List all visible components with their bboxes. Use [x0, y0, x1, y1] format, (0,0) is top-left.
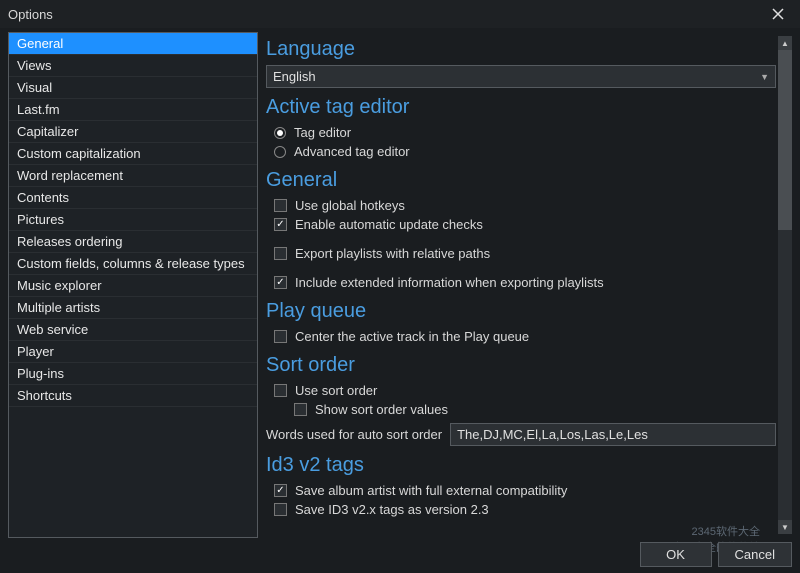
sidebar-item-general[interactable]: General: [9, 33, 257, 55]
checkbox-icon: [274, 503, 287, 516]
auto-sort-words-input[interactable]: [450, 423, 776, 446]
titlebar: Options: [0, 0, 800, 28]
check-enable-update-checks[interactable]: Enable automatic update checks: [266, 215, 776, 234]
window-title: Options: [8, 7, 53, 22]
section-sort-order-title: Sort order: [266, 354, 776, 377]
sidebar-item-releases-ordering[interactable]: Releases ordering: [9, 231, 257, 253]
section-id3v2-title: Id3 v2 tags: [266, 454, 776, 477]
sidebar-item-capitalizer[interactable]: Capitalizer: [9, 121, 257, 143]
auto-sort-words-label: Words used for auto sort order: [266, 427, 442, 442]
main-panel: Language English ▼ Active tag editor Tag…: [266, 32, 792, 538]
checkbox-icon: [274, 276, 287, 289]
check-export-relative-paths[interactable]: Export playlists with relative paths: [266, 244, 776, 263]
checkbox-icon: [294, 403, 307, 416]
sidebar-item-visual[interactable]: Visual: [9, 77, 257, 99]
sidebar-item-plugins[interactable]: Plug-ins: [9, 363, 257, 385]
cancel-button[interactable]: Cancel: [718, 542, 792, 567]
footer-buttons: OK Cancel: [640, 542, 792, 567]
sidebar-item-custom-fields[interactable]: Custom fields, columns & release types: [9, 253, 257, 275]
checkbox-icon: [274, 484, 287, 497]
check-center-active-track[interactable]: Center the active track in the Play queu…: [266, 327, 776, 346]
check-use-global-hotkeys[interactable]: Use global hotkeys: [266, 196, 776, 215]
check-use-sort-order[interactable]: Use sort order: [266, 381, 776, 400]
checkbox-icon: [274, 247, 287, 260]
scroll-up-icon[interactable]: ▲: [778, 36, 792, 50]
checkbox-icon: [274, 330, 287, 343]
sidebar-item-music-explorer[interactable]: Music explorer: [9, 275, 257, 297]
close-button[interactable]: [764, 0, 792, 28]
check-save-id3-v23[interactable]: Save ID3 v2.x tags as version 2.3: [266, 500, 776, 519]
language-select[interactable]: English ▼: [266, 65, 776, 88]
sidebar-item-shortcuts[interactable]: Shortcuts: [9, 385, 257, 407]
sidebar-item-player[interactable]: Player: [9, 341, 257, 363]
check-show-sort-values[interactable]: Show sort order values: [266, 400, 776, 419]
section-general-title: General: [266, 169, 776, 192]
close-icon: [772, 8, 784, 20]
radio-icon: [274, 146, 286, 158]
sidebar-item-custom-capitalization[interactable]: Custom capitalization: [9, 143, 257, 165]
sidebar-item-pictures[interactable]: Pictures: [9, 209, 257, 231]
sidebar-item-word-replacement[interactable]: Word replacement: [9, 165, 257, 187]
checkbox-icon: [274, 199, 287, 212]
check-save-album-artist[interactable]: Save album artist with full external com…: [266, 481, 776, 500]
auto-sort-words-row: Words used for auto sort order: [266, 423, 776, 446]
checkbox-icon: [274, 384, 287, 397]
sidebar-item-multiple-artists[interactable]: Multiple artists: [9, 297, 257, 319]
section-active-tag-editor-title: Active tag editor: [266, 96, 776, 119]
check-include-extended-info[interactable]: Include extended information when export…: [266, 273, 776, 292]
sidebar-item-lastfm[interactable]: Last.fm: [9, 99, 257, 121]
checkbox-icon: [274, 218, 287, 231]
section-language-title: Language: [266, 38, 776, 61]
scrollbar[interactable]: ▲ ▼: [778, 36, 792, 534]
language-select-value: English: [273, 69, 316, 84]
sidebar-item-contents[interactable]: Contents: [9, 187, 257, 209]
sidebar-item-views[interactable]: Views: [9, 55, 257, 77]
radio-icon: [274, 127, 286, 139]
radio-tag-editor[interactable]: Tag editor: [266, 123, 776, 142]
radio-advanced-tag-editor[interactable]: Advanced tag editor: [266, 142, 776, 161]
sidebar: General Views Visual Last.fm Capitalizer…: [8, 32, 258, 538]
sidebar-item-web-service[interactable]: Web service: [9, 319, 257, 341]
chevron-down-icon: ▼: [760, 72, 769, 82]
scrollbar-thumb[interactable]: [778, 50, 792, 230]
section-play-queue-title: Play queue: [266, 300, 776, 323]
scroll-down-icon[interactable]: ▼: [778, 520, 792, 534]
content-area: General Views Visual Last.fm Capitalizer…: [0, 28, 800, 538]
ok-button[interactable]: OK: [640, 542, 712, 567]
